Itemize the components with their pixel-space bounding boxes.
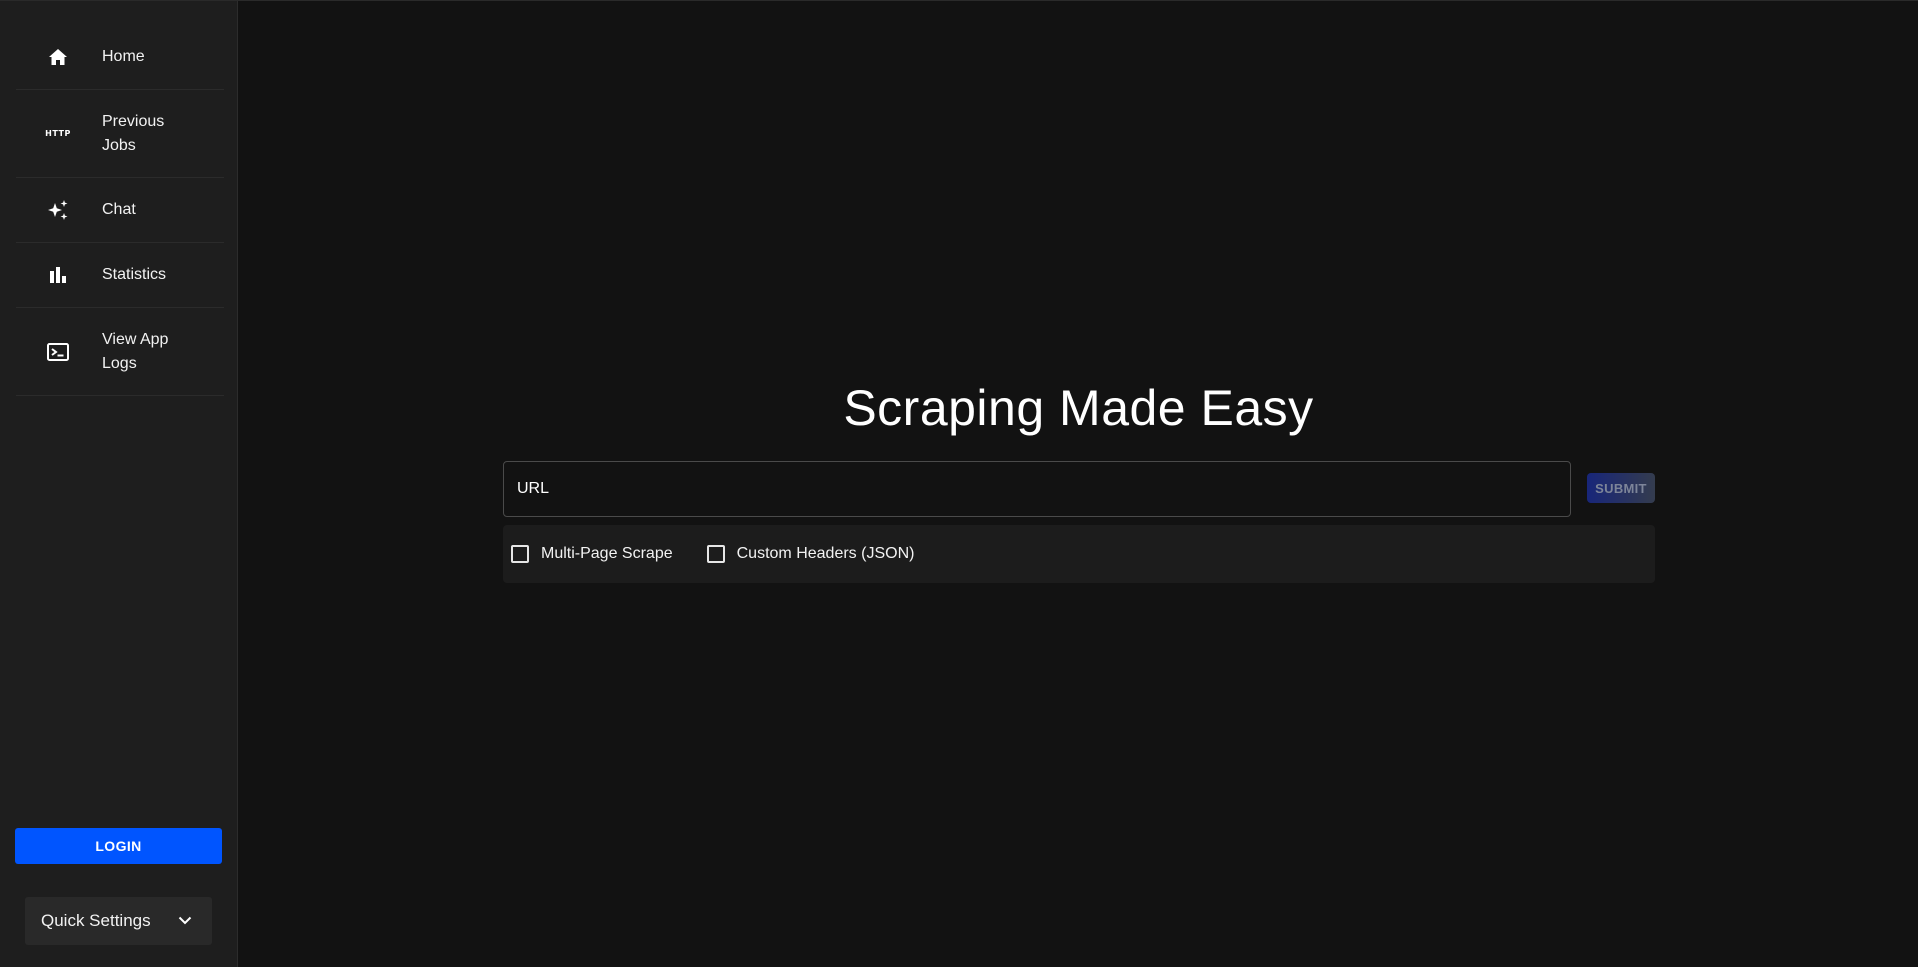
sidebar-item-label: Statistics <box>102 266 167 283</box>
sidebar-item-label: Home <box>102 48 145 65</box>
multi-page-scrape-checkbox[interactable] <box>511 545 529 563</box>
terminal-icon <box>38 342 78 361</box>
chevron-down-icon <box>178 912 192 930</box>
sidebar-item-chat[interactable]: Chat <box>16 178 224 243</box>
quick-settings-dropdown[interactable]: Quick Settings <box>25 897 212 945</box>
quick-settings-label: Quick Settings <box>41 911 151 930</box>
url-input[interactable] <box>503 461 1571 517</box>
main-content: Scraping Made Easy SUBMIT Multi-Page Scr… <box>239 1 1918 967</box>
sidebar-item-label: Previous Jobs <box>102 112 165 154</box>
bar-chart-icon <box>38 266 78 284</box>
app-window: Home HTTP Previous Jobs Chat Statistics … <box>0 0 1918 967</box>
options-panel: Multi-Page Scrape Custom Headers (JSON) <box>503 525 1655 583</box>
custom-headers-option[interactable]: Custom Headers (JSON) <box>706 545 915 563</box>
multi-page-scrape-option[interactable]: Multi-Page Scrape <box>511 545 673 563</box>
home-icon <box>38 48 78 66</box>
sidebar-item-statistics[interactable]: Statistics <box>16 243 224 308</box>
sidebar-item-view-app-logs[interactable]: View App Logs <box>16 308 224 396</box>
sidebar-nav: Home HTTP Previous Jobs Chat Statistics … <box>16 25 224 396</box>
custom-headers-label: Custom Headers (JSON) <box>736 545 915 562</box>
sidebar-item-label: Chat <box>102 201 136 218</box>
sidebar-item-label: View App Logs <box>102 330 169 372</box>
sidebar: Home HTTP Previous Jobs Chat Statistics … <box>0 1 238 967</box>
login-button[interactable]: LOGIN <box>15 828 222 864</box>
sparkles-icon <box>38 199 78 221</box>
sidebar-item-previous-jobs[interactable]: HTTP Previous Jobs <box>16 90 224 178</box>
page-title: Scraping Made Easy <box>843 380 1314 436</box>
submit-button[interactable]: SUBMIT <box>1587 473 1655 503</box>
custom-headers-checkbox[interactable] <box>706 545 725 563</box>
multi-page-scrape-label: Multi-Page Scrape <box>541 545 673 562</box>
http-icon: HTTP <box>45 129 71 138</box>
sidebar-item-home[interactable]: Home <box>16 25 224 90</box>
